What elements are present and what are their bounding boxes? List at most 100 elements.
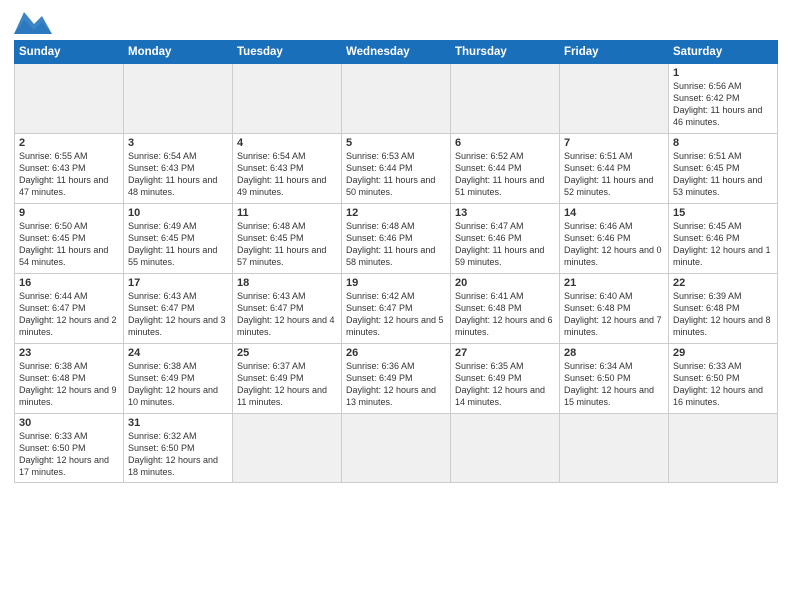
calendar-cell: 15Sunrise: 6:45 AM Sunset: 6:46 PM Dayli… [669,204,778,274]
day-number: 19 [346,277,446,289]
day-number: 3 [128,137,228,149]
calendar-cell: 28Sunrise: 6:34 AM Sunset: 6:50 PM Dayli… [560,344,669,414]
calendar-cell: 23Sunrise: 6:38 AM Sunset: 6:48 PM Dayli… [15,344,124,414]
day-info: Sunrise: 6:54 AM Sunset: 6:43 PM Dayligh… [237,150,337,199]
calendar-cell [342,414,451,483]
weekday-header-sunday: Sunday [15,41,124,64]
calendar-cell: 7Sunrise: 6:51 AM Sunset: 6:44 PM Daylig… [560,134,669,204]
day-number: 17 [128,277,228,289]
calendar-cell: 22Sunrise: 6:39 AM Sunset: 6:48 PM Dayli… [669,274,778,344]
calendar-cell: 24Sunrise: 6:38 AM Sunset: 6:49 PM Dayli… [124,344,233,414]
calendar-cell: 6Sunrise: 6:52 AM Sunset: 6:44 PM Daylig… [451,134,560,204]
day-number: 1 [673,67,773,79]
day-number: 21 [564,277,664,289]
day-info: Sunrise: 6:56 AM Sunset: 6:42 PM Dayligh… [673,80,773,129]
calendar-cell: 5Sunrise: 6:53 AM Sunset: 6:44 PM Daylig… [342,134,451,204]
day-info: Sunrise: 6:38 AM Sunset: 6:48 PM Dayligh… [19,360,119,409]
day-info: Sunrise: 6:48 AM Sunset: 6:46 PM Dayligh… [346,220,446,269]
header [14,10,778,34]
day-info: Sunrise: 6:51 AM Sunset: 6:45 PM Dayligh… [673,150,773,199]
calendar-cell: 31Sunrise: 6:32 AM Sunset: 6:50 PM Dayli… [124,414,233,483]
calendar-cell: 4Sunrise: 6:54 AM Sunset: 6:43 PM Daylig… [233,134,342,204]
calendar-cell [342,64,451,134]
calendar-cell: 8Sunrise: 6:51 AM Sunset: 6:45 PM Daylig… [669,134,778,204]
page: SundayMondayTuesdayWednesdayThursdayFrid… [0,0,792,612]
logo-icon [14,12,52,34]
calendar-cell: 11Sunrise: 6:48 AM Sunset: 6:45 PM Dayli… [233,204,342,274]
day-info: Sunrise: 6:33 AM Sunset: 6:50 PM Dayligh… [19,430,119,479]
calendar-cell: 17Sunrise: 6:43 AM Sunset: 6:47 PM Dayli… [124,274,233,344]
day-number: 24 [128,347,228,359]
day-number: 12 [346,207,446,219]
calendar-cell: 27Sunrise: 6:35 AM Sunset: 6:49 PM Dayli… [451,344,560,414]
calendar-cell: 26Sunrise: 6:36 AM Sunset: 6:49 PM Dayli… [342,344,451,414]
day-number: 2 [19,137,119,149]
calendar: SundayMondayTuesdayWednesdayThursdayFrid… [14,40,778,483]
day-number: 9 [19,207,119,219]
calendar-cell [560,64,669,134]
day-number: 7 [564,137,664,149]
day-number: 22 [673,277,773,289]
day-number: 31 [128,417,228,429]
calendar-cell: 18Sunrise: 6:43 AM Sunset: 6:47 PM Dayli… [233,274,342,344]
day-info: Sunrise: 6:43 AM Sunset: 6:47 PM Dayligh… [128,290,228,339]
day-number: 8 [673,137,773,149]
calendar-cell: 30Sunrise: 6:33 AM Sunset: 6:50 PM Dayli… [15,414,124,483]
day-info: Sunrise: 6:35 AM Sunset: 6:49 PM Dayligh… [455,360,555,409]
day-number: 30 [19,417,119,429]
day-info: Sunrise: 6:53 AM Sunset: 6:44 PM Dayligh… [346,150,446,199]
weekday-header-saturday: Saturday [669,41,778,64]
day-info: Sunrise: 6:47 AM Sunset: 6:46 PM Dayligh… [455,220,555,269]
day-info: Sunrise: 6:34 AM Sunset: 6:50 PM Dayligh… [564,360,664,409]
day-info: Sunrise: 6:50 AM Sunset: 6:45 PM Dayligh… [19,220,119,269]
calendar-cell: 9Sunrise: 6:50 AM Sunset: 6:45 PM Daylig… [15,204,124,274]
day-number: 23 [19,347,119,359]
calendar-cell [15,64,124,134]
day-number: 16 [19,277,119,289]
day-info: Sunrise: 6:49 AM Sunset: 6:45 PM Dayligh… [128,220,228,269]
day-info: Sunrise: 6:38 AM Sunset: 6:49 PM Dayligh… [128,360,228,409]
day-number: 10 [128,207,228,219]
day-info: Sunrise: 6:45 AM Sunset: 6:46 PM Dayligh… [673,220,773,269]
calendar-cell [560,414,669,483]
calendar-cell: 21Sunrise: 6:40 AM Sunset: 6:48 PM Dayli… [560,274,669,344]
day-info: Sunrise: 6:46 AM Sunset: 6:46 PM Dayligh… [564,220,664,269]
day-info: Sunrise: 6:44 AM Sunset: 6:47 PM Dayligh… [19,290,119,339]
day-number: 20 [455,277,555,289]
day-info: Sunrise: 6:37 AM Sunset: 6:49 PM Dayligh… [237,360,337,409]
calendar-cell: 12Sunrise: 6:48 AM Sunset: 6:46 PM Dayli… [342,204,451,274]
day-number: 5 [346,137,446,149]
calendar-cell: 2Sunrise: 6:55 AM Sunset: 6:43 PM Daylig… [15,134,124,204]
calendar-cell [669,414,778,483]
calendar-header-row: SundayMondayTuesdayWednesdayThursdayFrid… [15,41,778,64]
day-info: Sunrise: 6:55 AM Sunset: 6:43 PM Dayligh… [19,150,119,199]
day-number: 14 [564,207,664,219]
day-number: 18 [237,277,337,289]
day-info: Sunrise: 6:54 AM Sunset: 6:43 PM Dayligh… [128,150,228,199]
calendar-cell: 1Sunrise: 6:56 AM Sunset: 6:42 PM Daylig… [669,64,778,134]
day-info: Sunrise: 6:33 AM Sunset: 6:50 PM Dayligh… [673,360,773,409]
day-info: Sunrise: 6:52 AM Sunset: 6:44 PM Dayligh… [455,150,555,199]
day-info: Sunrise: 6:32 AM Sunset: 6:50 PM Dayligh… [128,430,228,479]
day-info: Sunrise: 6:40 AM Sunset: 6:48 PM Dayligh… [564,290,664,339]
calendar-cell: 25Sunrise: 6:37 AM Sunset: 6:49 PM Dayli… [233,344,342,414]
day-number: 25 [237,347,337,359]
day-number: 28 [564,347,664,359]
day-number: 11 [237,207,337,219]
weekday-header-wednesday: Wednesday [342,41,451,64]
calendar-cell [451,64,560,134]
day-number: 15 [673,207,773,219]
day-number: 29 [673,347,773,359]
calendar-cell: 10Sunrise: 6:49 AM Sunset: 6:45 PM Dayli… [124,204,233,274]
day-info: Sunrise: 6:43 AM Sunset: 6:47 PM Dayligh… [237,290,337,339]
calendar-cell [124,64,233,134]
calendar-cell: 20Sunrise: 6:41 AM Sunset: 6:48 PM Dayli… [451,274,560,344]
day-number: 27 [455,347,555,359]
day-info: Sunrise: 6:51 AM Sunset: 6:44 PM Dayligh… [564,150,664,199]
calendar-cell: 16Sunrise: 6:44 AM Sunset: 6:47 PM Dayli… [15,274,124,344]
day-number: 6 [455,137,555,149]
calendar-cell [233,414,342,483]
day-number: 4 [237,137,337,149]
calendar-cell [451,414,560,483]
calendar-cell: 29Sunrise: 6:33 AM Sunset: 6:50 PM Dayli… [669,344,778,414]
